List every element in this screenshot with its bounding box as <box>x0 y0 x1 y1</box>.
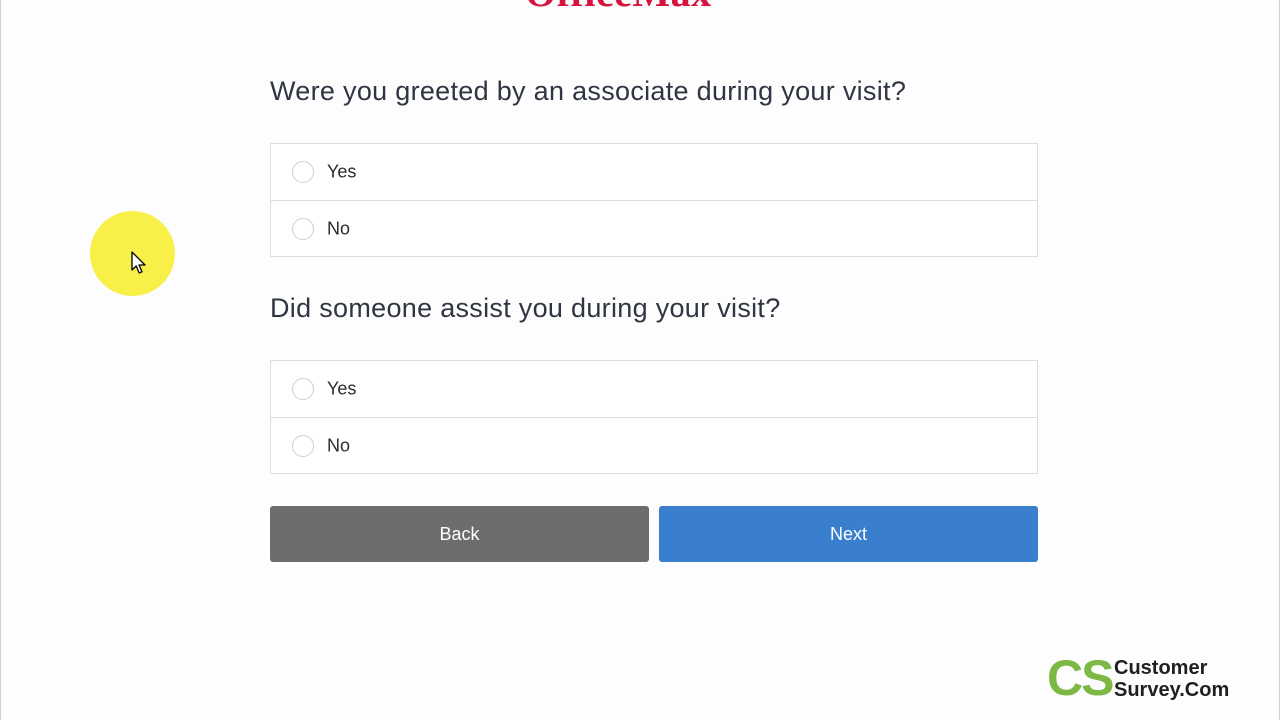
back-button[interactable]: Back <box>270 506 649 562</box>
option-label: No <box>327 218 351 239</box>
option-greeted-no[interactable]: No <box>271 200 1037 257</box>
watermark-initials: CS <box>1047 650 1114 706</box>
next-button[interactable]: Next <box>659 506 1038 562</box>
radio-button[interactable] <box>292 161 314 183</box>
watermark-text: Customer Survey.Com <box>1114 657 1229 701</box>
watermark-line2: Survey.Com <box>1114 679 1230 701</box>
options-greeted: Yes No <box>270 143 1038 257</box>
radio-button[interactable] <box>292 218 314 240</box>
customersurvey-watermark: CS Customer Survey.Com <box>1047 651 1247 707</box>
option-assisted-yes[interactable]: Yes <box>271 361 1037 417</box>
watermark-line1: Customer <box>1114 657 1208 679</box>
question-greeted: Were you greeted by an associate during … <box>270 76 907 106</box>
option-label: No <box>327 435 351 456</box>
options-assisted: Yes No <box>270 360 1038 474</box>
radio-button[interactable] <box>292 435 314 457</box>
brand-logo: OfficeMax <box>525 0 712 13</box>
option-greeted-yes[interactable]: Yes <box>271 144 1037 200</box>
survey-page: OfficeMax Were you greeted by an associa… <box>0 0 1280 720</box>
radio-button[interactable] <box>292 378 314 400</box>
option-label: Yes <box>327 378 357 399</box>
option-assisted-no[interactable]: No <box>271 417 1037 474</box>
question-assisted: Did someone assist you during your visit… <box>270 293 781 323</box>
option-label: Yes <box>327 161 357 182</box>
mouse-pointer-icon <box>131 251 146 274</box>
